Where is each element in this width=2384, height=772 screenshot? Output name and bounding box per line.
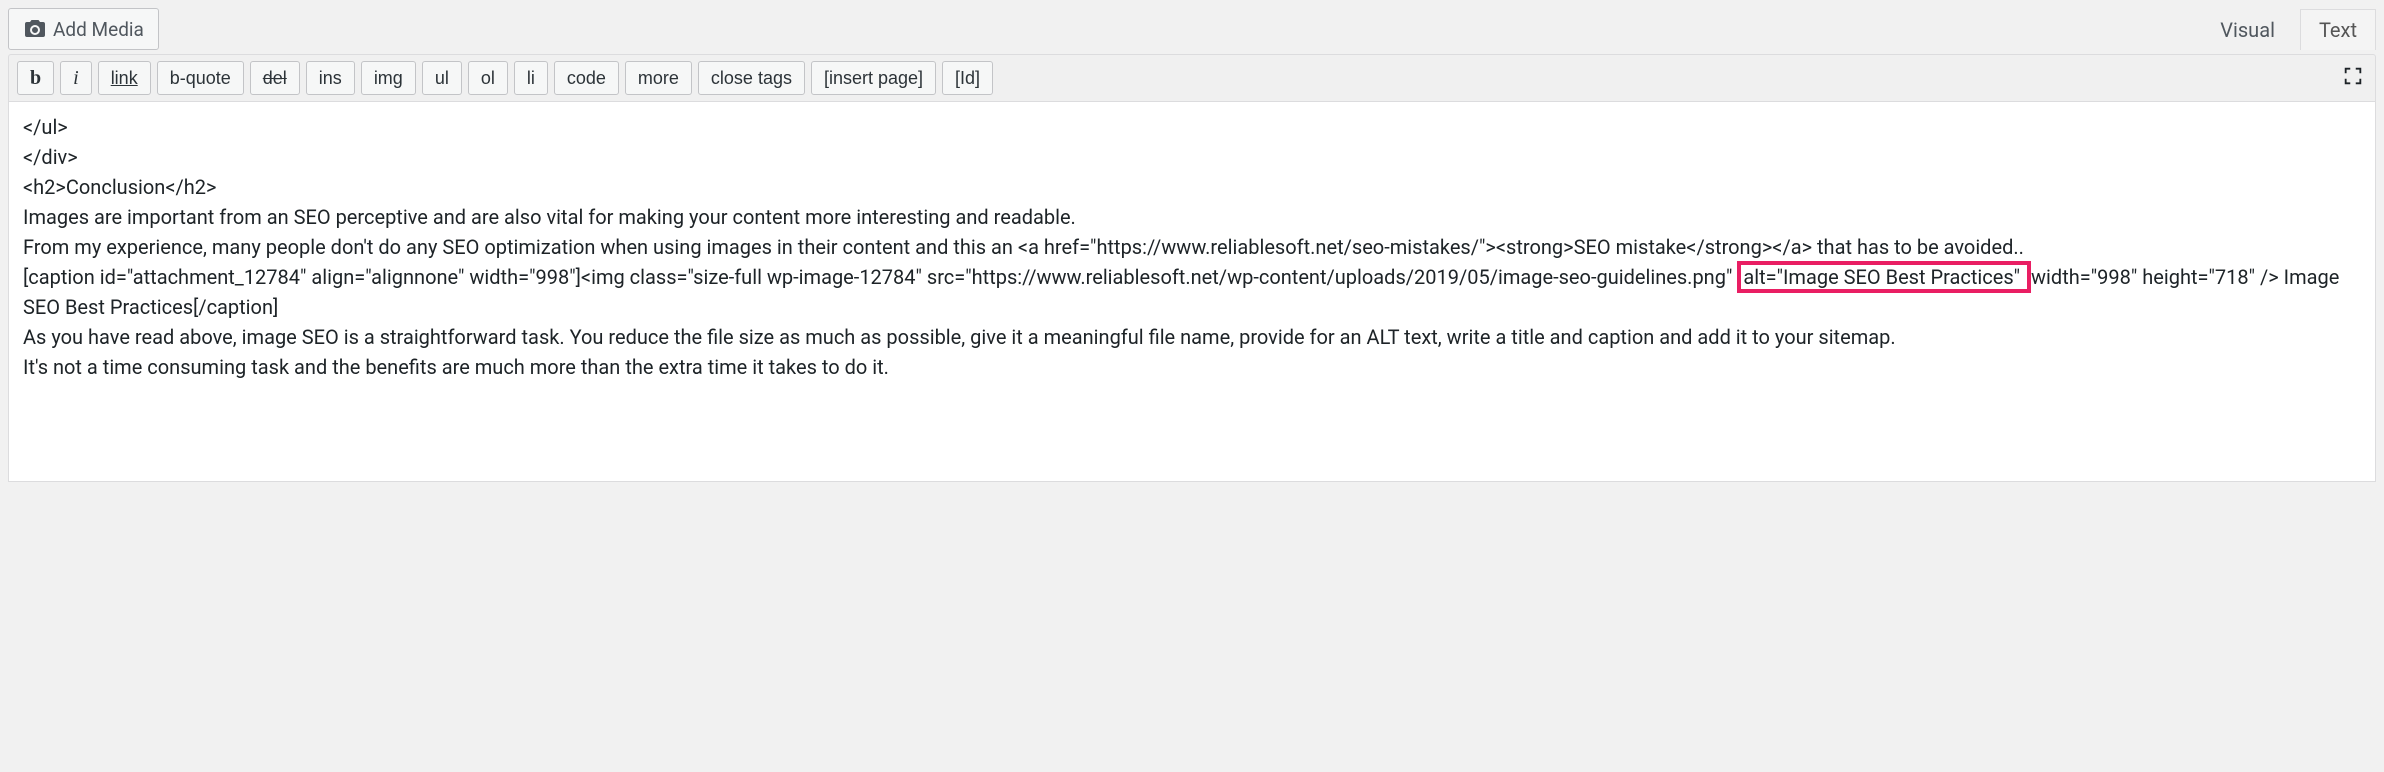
code-line: As you have read above, image SEO is a s… — [23, 322, 2361, 352]
add-media-label: Add Media — [53, 18, 144, 41]
ol-button[interactable]: ol — [468, 61, 508, 95]
camera-icon — [23, 17, 47, 41]
code-button[interactable]: code — [554, 61, 619, 95]
li-button[interactable]: li — [514, 61, 548, 95]
italic-button[interactable]: i — [60, 61, 92, 95]
code-line: [caption id="attachment_12784" align="al… — [23, 262, 2361, 322]
editor-textarea[interactable]: </ul></div><h2>Conclusion</h2>Images are… — [8, 102, 2376, 482]
ul-button[interactable]: ul — [422, 61, 462, 95]
ins-button[interactable]: ins — [306, 61, 355, 95]
tab-visual[interactable]: Visual — [2201, 9, 2294, 50]
code-line: Images are important from an SEO percept… — [23, 202, 2361, 232]
del-button[interactable]: del — [250, 61, 300, 95]
editor-tabs: Visual Text — [2201, 9, 2376, 50]
code-line: <h2>Conclusion</h2> — [23, 172, 2361, 202]
editor-wrapper: Add Media Visual Text b i link b-quote d… — [8, 8, 2376, 482]
bquote-button[interactable]: b-quote — [157, 61, 244, 95]
link-button[interactable]: link — [98, 61, 151, 95]
editor-toolbar: b i link b-quote del ins img ul ol li co… — [8, 54, 2376, 102]
more-button[interactable]: more — [625, 61, 692, 95]
code-line: </div> — [23, 142, 2361, 172]
id-button[interactable]: [Id] — [942, 61, 993, 95]
code-line: From my experience, many people don't do… — [23, 232, 2361, 262]
tab-text[interactable]: Text — [2300, 9, 2376, 50]
code-line: It's not a time consuming task and the b… — [23, 352, 2361, 382]
add-media-button[interactable]: Add Media — [8, 8, 159, 50]
alt-highlight: alt="Image SEO Best Practices" — [1737, 261, 2031, 293]
code-line: </ul> — [23, 112, 2361, 142]
insert-page-button[interactable]: [insert page] — [811, 61, 936, 95]
fullscreen-button[interactable] — [2339, 64, 2367, 92]
expand-icon — [2342, 65, 2364, 91]
img-button[interactable]: img — [361, 61, 416, 95]
close-tags-button[interactable]: close tags — [698, 61, 805, 95]
top-bar: Add Media Visual Text — [8, 8, 2376, 50]
bold-button[interactable]: b — [17, 61, 54, 95]
code-text: [caption id="attachment_12784" align="al… — [23, 265, 1737, 289]
